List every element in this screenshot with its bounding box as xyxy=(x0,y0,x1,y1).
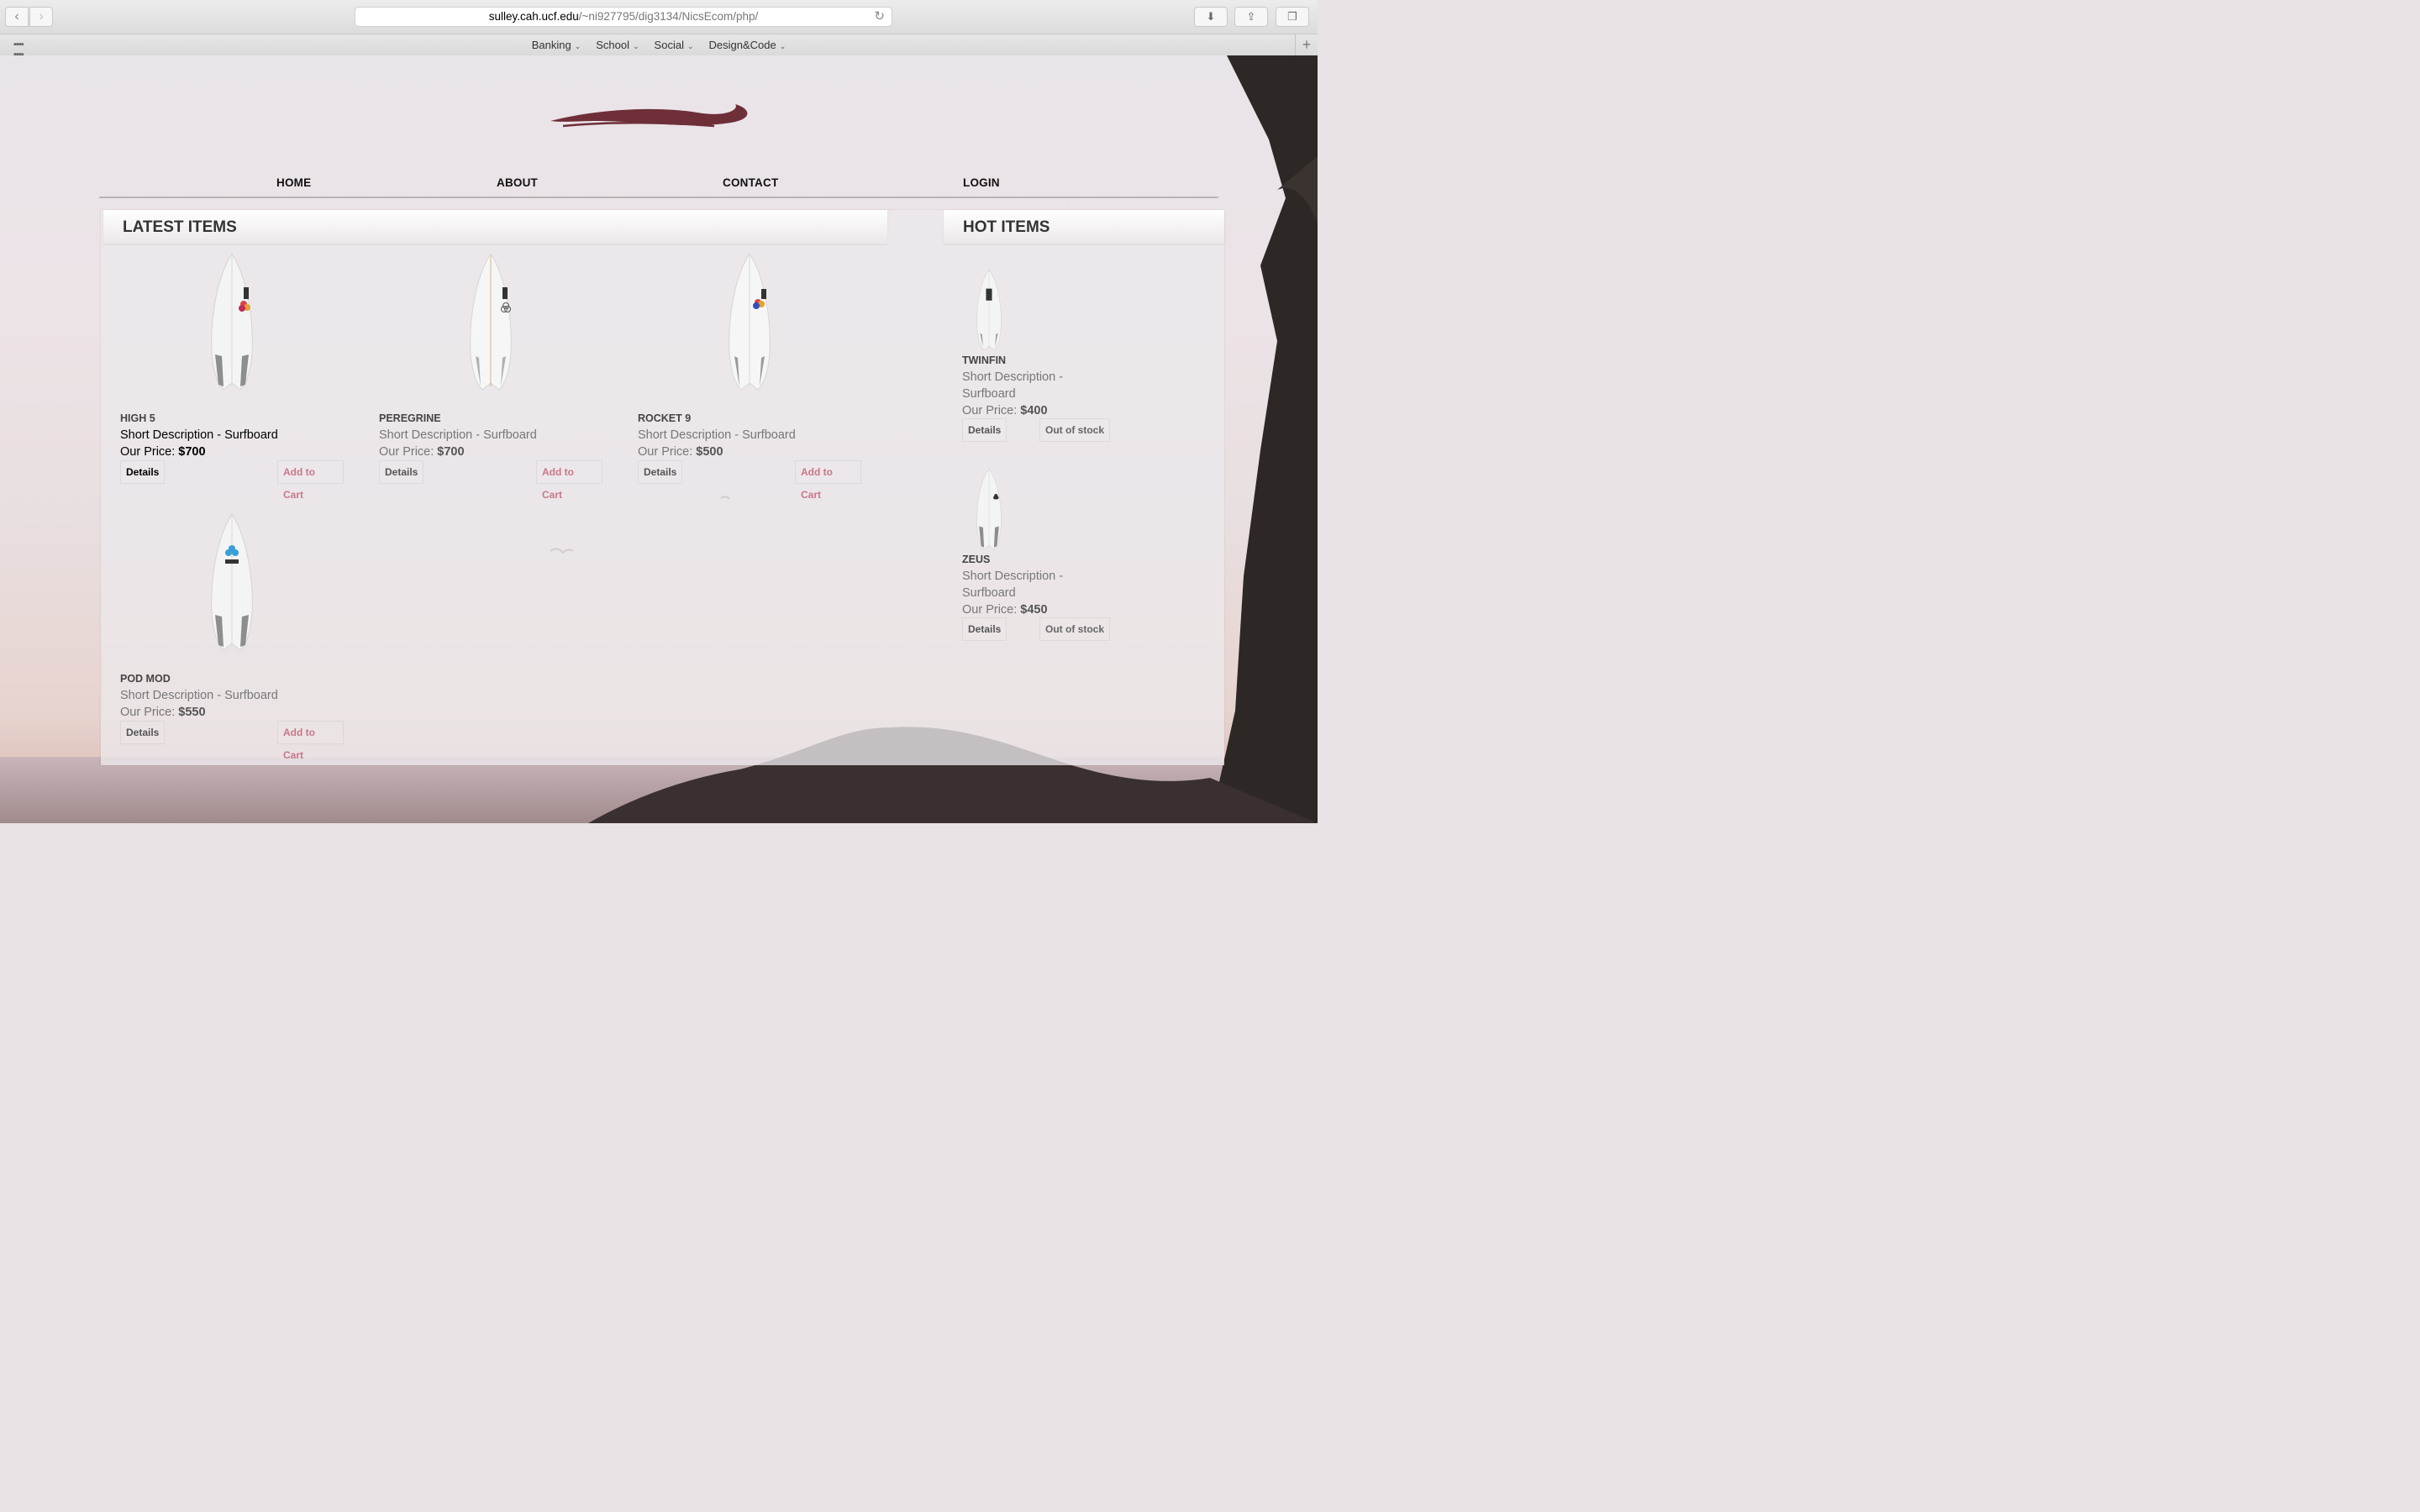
price-label: Our Price: xyxy=(962,603,1018,617)
hot-items-title: HOT ITEMS xyxy=(963,218,1050,236)
product-price: Our Price: $400 xyxy=(962,403,1048,420)
bookmark-school[interactable]: School ⌄ xyxy=(596,34,639,55)
product-price: Our Price: $500 xyxy=(638,445,723,459)
surfboard-image[interactable] xyxy=(971,269,1007,351)
hot-product-card: TWINFIN Short Description - Surfboard Our… xyxy=(962,269,1186,445)
bookmark-label: School xyxy=(596,39,629,51)
bookmark-banking[interactable]: Banking ⌄ xyxy=(532,34,581,55)
details-button[interactable]: Details xyxy=(379,460,424,484)
product-card: POD MOD Short Description - Surfboard Ou… xyxy=(120,512,344,761)
chevron-down-icon: ⌄ xyxy=(574,42,581,50)
price-value: $400 xyxy=(1020,404,1048,417)
reload-icon[interactable]: ↻ xyxy=(874,8,885,26)
details-button[interactable]: Details xyxy=(638,460,683,484)
bookmark-social[interactable]: Social ⌄ xyxy=(655,34,694,55)
product-price: Our Price: $700 xyxy=(120,445,206,459)
bookmark-label: Social xyxy=(654,39,684,51)
product-name[interactable]: POD MOD xyxy=(120,673,171,685)
price-label: Our Price: xyxy=(120,706,176,719)
chevron-down-icon: ⌄ xyxy=(779,42,786,50)
new-tab-plus-icon[interactable]: + xyxy=(1295,34,1318,55)
product-description: Short Description - Surfboard xyxy=(120,689,278,702)
price-value: $450 xyxy=(1020,603,1048,617)
product-description: Short Description - Surfboard xyxy=(962,370,1063,402)
bookmark-label: Banking xyxy=(531,39,571,51)
description-line: Short Description - xyxy=(962,370,1064,384)
add-to-cart-button[interactable]: Add to Cart xyxy=(277,460,344,501)
forward-arrow-icon[interactable]: › xyxy=(29,7,53,27)
price-value: $550 xyxy=(178,706,206,719)
product-name[interactable]: TWINFIN xyxy=(962,354,1006,366)
share-icon[interactable]: ⇪ xyxy=(1234,7,1268,27)
price-label: Our Price: xyxy=(120,445,176,459)
product-description: Short Description - Surfboard xyxy=(120,428,278,442)
latest-items-header: LATEST ITEMS xyxy=(103,210,887,244)
product-price: Our Price: $550 xyxy=(120,706,206,719)
nav-about[interactable]: ABOUT xyxy=(497,176,538,189)
address-bar[interactable]: sulley.cah.ucf.edu/~ni927795/dig3134/Nic… xyxy=(355,7,892,27)
out-of-stock-button[interactable]: Out of stock xyxy=(1039,418,1111,442)
product-name[interactable]: ZEUS xyxy=(962,554,990,565)
product-card: ROCKET 9 Short Description - Surfboard O… xyxy=(638,252,861,501)
product-price: Our Price: $700 xyxy=(379,445,465,459)
product-description: Short Description - Surfboard xyxy=(638,428,796,442)
nav-login[interactable]: LOGIN xyxy=(963,176,1000,189)
chevron-down-icon: ⌄ xyxy=(633,42,639,50)
product-name[interactable]: ROCKET 9 xyxy=(638,412,691,424)
surfboard-image[interactable] xyxy=(207,252,257,391)
price-value: $700 xyxy=(437,445,465,459)
surfboard-image[interactable] xyxy=(971,468,1007,550)
details-button[interactable]: Details xyxy=(962,418,1007,442)
description-line: Surfboard xyxy=(962,386,1016,401)
web-page: HOME ABOUT CONTACT LOGIN LATEST ITEMS HO… xyxy=(0,55,1318,823)
description-line: Short Description - xyxy=(962,570,1064,583)
bookmark-label: Design&Code xyxy=(708,39,776,51)
site-logo[interactable] xyxy=(546,101,756,134)
price-value: $500 xyxy=(696,445,723,459)
surfboard-image[interactable] xyxy=(207,512,257,652)
price-label: Our Price: xyxy=(379,445,434,459)
price-label: Our Price: xyxy=(962,404,1018,417)
product-card: HIGH 5 Short Description - Surfboard Our… xyxy=(120,252,344,501)
tabs-overview-icon[interactable]: ❐ xyxy=(1276,7,1309,27)
main-navigation: HOME ABOUT CONTACT LOGIN xyxy=(99,166,1218,198)
content-panel: LATEST ITEMS HOT ITEMS HIGH 5 Short Desc… xyxy=(101,210,1224,765)
chevron-down-icon: ⌄ xyxy=(687,42,694,50)
bookmarks-bar: ▪▪▪▪ ▪▪▪▪ Banking ⌄ School ⌄ Social ⌄ Design… xyxy=(0,34,1318,60)
bookmark-design-code[interactable]: Design&Code ⌄ xyxy=(709,34,786,55)
product-price: Our Price: $450 xyxy=(962,602,1048,619)
add-to-cart-button[interactable]: Add to Cart xyxy=(536,460,602,501)
product-name[interactable]: PEREGRINE xyxy=(379,412,441,424)
download-icon[interactable]: ⬇ xyxy=(1194,7,1228,27)
hot-product-card: ZEUS Short Description - Surfboard Our Pr… xyxy=(962,468,1186,644)
back-arrow-icon[interactable]: ‹ xyxy=(5,7,29,27)
details-button[interactable]: Details xyxy=(962,617,1007,641)
surfboard-image[interactable] xyxy=(466,252,516,391)
product-card: PEREGRINE Short Description - Surfboard … xyxy=(379,252,602,501)
details-button[interactable]: Details xyxy=(120,721,166,744)
product-description: Short Description - Surfboard xyxy=(962,569,1063,601)
product-name[interactable]: HIGH 5 xyxy=(120,412,155,424)
latest-items-title: LATEST ITEMS xyxy=(123,218,237,236)
details-button[interactable]: Details xyxy=(120,460,166,484)
nav-contact[interactable]: CONTACT xyxy=(723,176,778,189)
product-description: Short Description - Surfboard xyxy=(379,428,537,442)
add-to-cart-button[interactable]: Add to Cart xyxy=(795,460,861,501)
hot-items-header: HOT ITEMS xyxy=(944,210,1224,244)
surfboard-image[interactable] xyxy=(724,252,775,391)
nav-home[interactable]: HOME xyxy=(276,176,311,189)
url-path: /~ni927795/dig3134/NicsEcom/php/ xyxy=(578,10,759,23)
description-line: Surfboard xyxy=(962,585,1016,600)
browser-toolbar: ‹ › sulley.cah.ucf.edu/~ni927795/dig3134… xyxy=(0,0,1318,34)
add-to-cart-button[interactable]: Add to Cart xyxy=(277,721,344,761)
url-host: sulley.cah.ucf.edu xyxy=(488,10,579,23)
price-value: $700 xyxy=(178,445,206,459)
price-label: Our Price: xyxy=(638,445,693,459)
out-of-stock-button[interactable]: Out of stock xyxy=(1039,617,1111,641)
